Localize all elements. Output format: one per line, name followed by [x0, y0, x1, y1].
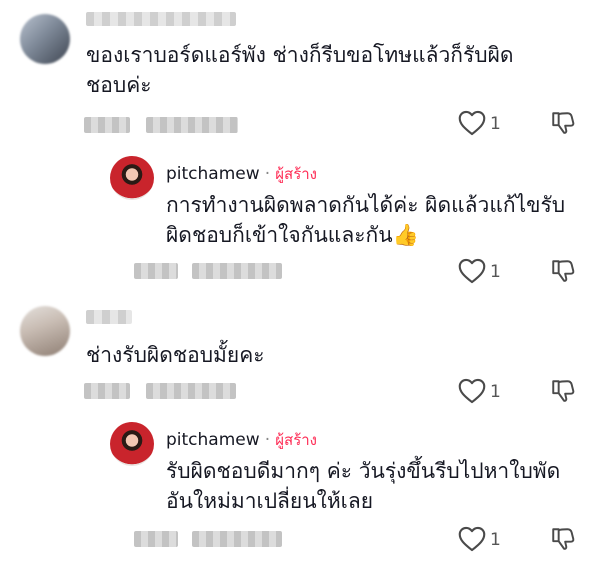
- thumbs-down-icon[interactable]: [550, 258, 576, 284]
- reply-meta-blurred: [134, 263, 178, 279]
- reply-link-blurred[interactable]: [146, 383, 236, 399]
- creator-avatar[interactable]: [110, 422, 154, 466]
- separator: ·: [264, 430, 271, 450]
- creator-avatar[interactable]: [110, 156, 154, 200]
- reply-header: pitchamew · ผู้สร้าง: [166, 428, 317, 452]
- reply-link-blurred[interactable]: [192, 263, 282, 279]
- heart-outline-icon[interactable]: [458, 110, 486, 136]
- thumbs-down-icon[interactable]: [550, 378, 576, 404]
- heart-outline-icon[interactable]: [458, 526, 486, 552]
- comment-meta-blurred: [84, 117, 130, 133]
- heart-outline-icon[interactable]: [458, 378, 486, 404]
- reply-link-blurred[interactable]: [146, 117, 238, 133]
- reply-username[interactable]: pitchamew: [166, 430, 260, 450]
- thumbs-down-icon[interactable]: [550, 526, 576, 552]
- separator: ·: [264, 164, 271, 184]
- commenter-name-blurred[interactable]: [86, 310, 132, 324]
- reply-username[interactable]: pitchamew: [166, 164, 260, 184]
- commenter-name-blurred[interactable]: [86, 12, 236, 26]
- comment-text: ของเราบอร์ดแอร์พัง ช่างก็รีบขอโทษแล้วก็ร…: [86, 43, 514, 97]
- reply-text: การทำงานผิดพลาดกันได้ค่ะ ผิดแล้วแก้ไขรับ…: [166, 193, 566, 247]
- reply-text: รับผิดชอบดีมากๆ ค่ะ วันรุ่งขึ้นรีบไปหาใบ…: [166, 459, 561, 513]
- like-count: 1: [490, 114, 501, 134]
- like-count: 1: [490, 382, 501, 402]
- comment-meta-blurred: [84, 383, 130, 399]
- creator-badge: ผู้สร้าง: [275, 431, 317, 449]
- commenter-avatar[interactable]: [20, 306, 70, 356]
- heart-outline-icon[interactable]: [458, 258, 486, 284]
- reply-link-blurred[interactable]: [192, 531, 282, 547]
- comment-text: ช่างรับผิดชอบมั้ยคะ: [86, 343, 265, 367]
- reply-meta-blurred: [134, 531, 178, 547]
- creator-badge: ผู้สร้าง: [275, 165, 317, 183]
- thumbs-up-emoji: 👍: [392, 223, 419, 247]
- like-count: 1: [490, 530, 501, 550]
- thumbs-down-icon[interactable]: [550, 110, 576, 136]
- like-count: 1: [490, 262, 501, 282]
- commenter-avatar[interactable]: [20, 14, 70, 64]
- reply-header: pitchamew · ผู้สร้าง: [166, 162, 317, 186]
